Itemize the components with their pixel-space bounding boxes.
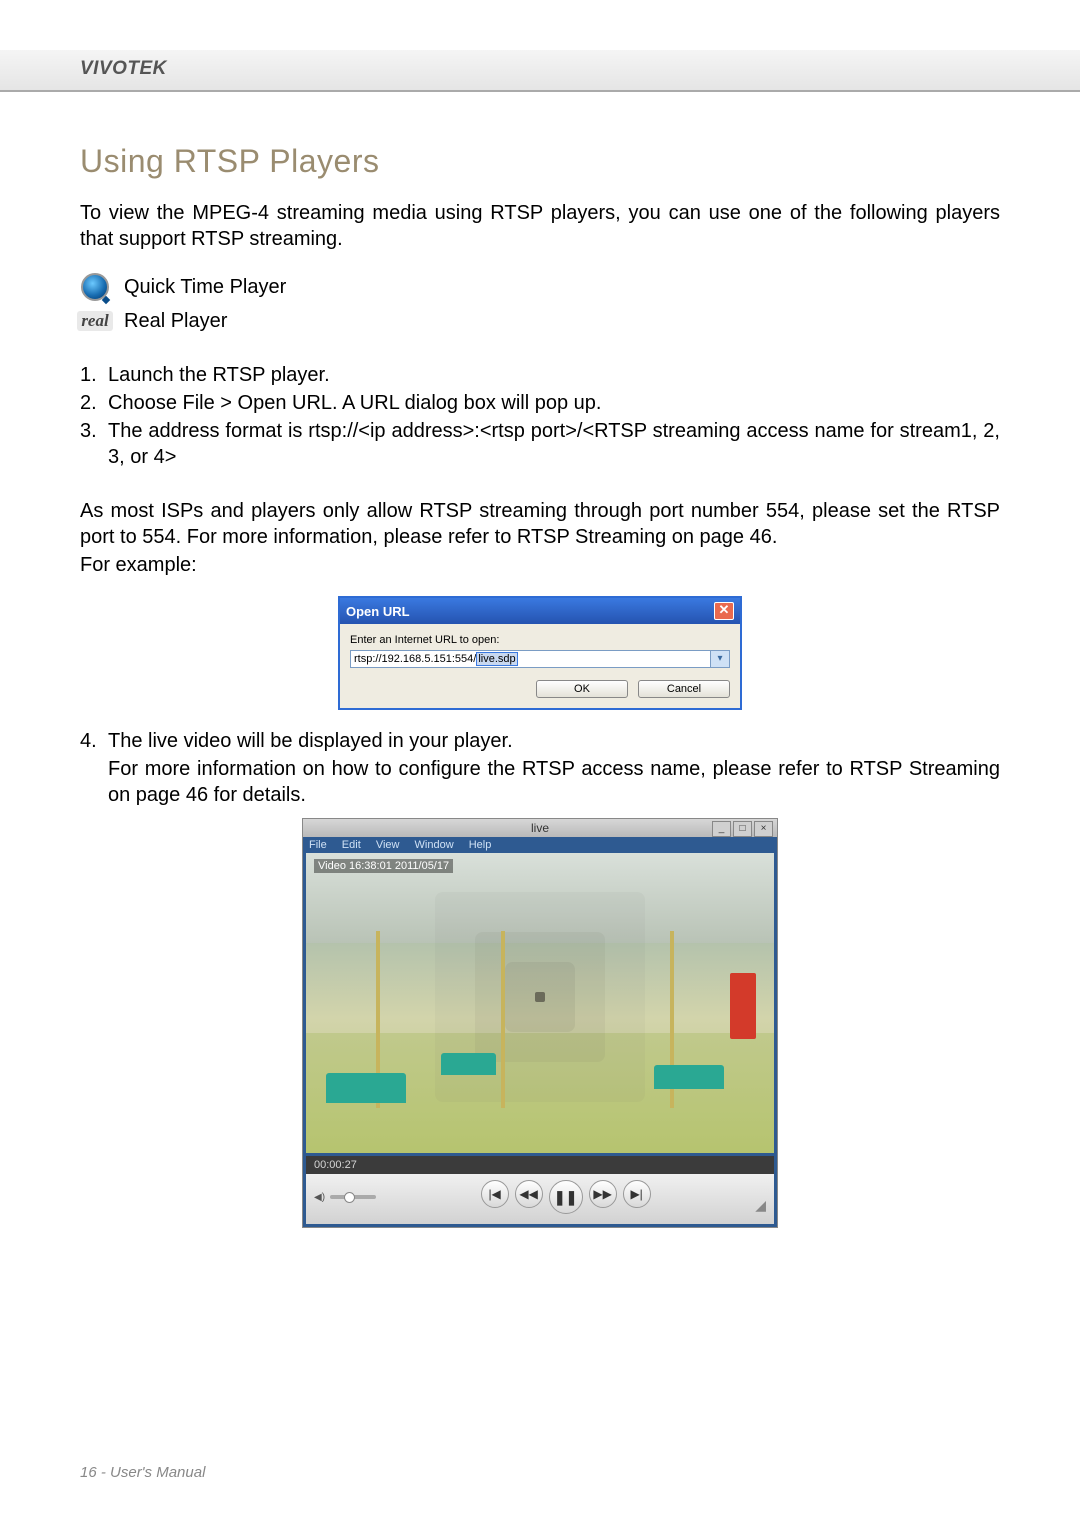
open-url-value-prefix: rtsp://192.168.5.151:554/ [354,653,476,665]
close-icon[interactable]: ✕ [714,602,734,620]
chevron-down-icon[interactable]: ▾ [711,650,730,668]
volume-control[interactable]: ◀) [314,1192,376,1203]
content: Using RTSP Players To view the MPEG-4 st… [80,115,1000,1228]
steps-list-2: 4. The live video will be displayed in y… [80,728,1000,808]
fastforward-button[interactable]: ▶▶ [589,1180,617,1208]
page: VIVOTEK Using RTSP Players To view the M… [0,0,1080,1527]
step-2-number: 2. [80,390,108,416]
header-brand: VIVOTEK [80,58,167,80]
open-url-input[interactable]: rtsp://192.168.5.151:554/live.sdp [350,650,711,668]
speaker-icon: ◀) [314,1192,325,1203]
for-example-label: For example: [80,552,1000,578]
step-1-text: Launch the RTSP player. [108,362,1000,388]
footer-text: 16 - User's Manual [80,1464,205,1481]
menu-file[interactable]: File [309,839,327,851]
rewind-button[interactable]: ◀◀ [515,1180,543,1208]
video-timestamp-overlay: Video 16:38:01 2011/05/17 [314,859,453,873]
maximize-icon[interactable]: □ [733,821,752,837]
menu-window[interactable]: Window [415,839,454,851]
step-4-text: The live video will be displayed in your… [108,728,1000,754]
transport-controls: |◀ ◀◀ ❚❚ ▶▶ ▶| [384,1180,747,1214]
pause-button[interactable]: ❚❚ [549,1180,583,1214]
video-area: Video 16:38:01 2011/05/17 [303,853,777,1156]
open-url-titlebar: Open URL ✕ [340,598,740,624]
resize-grip-icon[interactable]: ◢ [755,1197,766,1214]
open-url-dialog: Open URL ✕ Enter an Internet URL to open… [338,596,742,710]
quicktime-player-window: live _ □ × File Edit View Window Help [302,818,778,1228]
isp-note: As most ISPs and players only allow RTSP… [80,498,1000,550]
step-1-number: 1. [80,362,108,388]
realplayer-icon: real [80,306,110,336]
player-real-row: real Real Player [80,306,1000,336]
rewind-step-button[interactable]: |◀ [481,1180,509,1208]
step-4-number: 4. [80,728,108,754]
video-position: 00:00:27 [303,1156,777,1174]
open-url-body: Enter an Internet URL to open: rtsp://19… [340,624,740,708]
open-url-value-selected: live.sdp [476,652,517,666]
player-real-label: Real Player [124,310,227,333]
open-url-title-text: Open URL [346,604,410,619]
quicktime-icon [80,272,110,302]
close-window-icon[interactable]: × [754,821,773,837]
step-3-text: The address format is rtsp://<ip address… [108,418,1000,470]
section-heading: Using RTSP Players [80,143,1000,180]
player-quicktime-row: Quick Time Player [80,272,1000,302]
player-list: Quick Time Player real Real Player [80,272,1000,336]
player-titlebar: live _ □ × [303,819,777,837]
volume-slider[interactable] [330,1195,376,1199]
ok-button[interactable]: OK [536,680,628,698]
forward-step-button[interactable]: ▶| [623,1180,651,1208]
player-menubar: File Edit View Window Help [303,837,777,853]
step-2: 2. Choose File > Open URL. A URL dialog … [80,390,1000,416]
steps-list: 1. Launch the RTSP player. 2. Choose Fil… [80,362,1000,470]
player-quicktime-label: Quick Time Player [124,276,286,299]
step-4-subtext: For more information on how to configure… [80,756,1000,808]
step-1: 1. Launch the RTSP player. [80,362,1000,388]
step-2-text: Choose File > Open URL. A URL dialog box… [108,390,1000,416]
menu-help[interactable]: Help [469,839,492,851]
step-4: 4. The live video will be displayed in y… [80,728,1000,754]
step-3: 3. The address format is rtsp://<ip addr… [80,418,1000,470]
intro-text: To view the MPEG-4 streaming media using… [80,200,1000,252]
player-title-text: live [531,821,549,835]
player-controlbar: ◀) |◀ ◀◀ ❚❚ ▶▶ ▶| ◢ [303,1174,777,1227]
menu-view[interactable]: View [376,839,400,851]
minimize-icon[interactable]: _ [712,821,731,837]
menu-edit[interactable]: Edit [342,839,361,851]
open-url-label: Enter an Internet URL to open: [350,634,730,646]
cancel-button[interactable]: Cancel [638,680,730,698]
step-3-number: 3. [80,418,108,470]
